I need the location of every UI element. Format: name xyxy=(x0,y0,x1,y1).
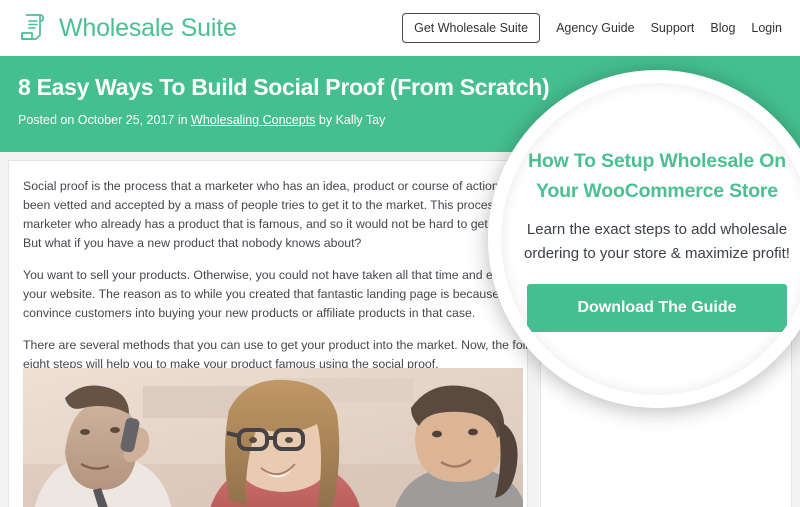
article-paragraph-line: convince customers into buying your new … xyxy=(23,306,476,320)
article-photo xyxy=(23,368,523,507)
post-meta-author: by Kally Tay xyxy=(315,113,386,127)
site-logo[interactable]: Wholesale Suite xyxy=(16,11,237,45)
nav-link-blog[interactable]: Blog xyxy=(710,21,735,35)
article-paragraph-line: marketer who already has a product that … xyxy=(23,217,528,231)
page-root: Wholesale Suite Get Wholesale Suite Agen… xyxy=(0,0,800,507)
optin-popup-heading: How To Setup Wholesale On Your WooCommer… xyxy=(528,150,786,202)
article-paragraph-line: been vetted and accepted by a mass of pe… xyxy=(23,198,528,212)
get-wholesale-suite-button[interactable]: Get Wholesale Suite xyxy=(402,13,541,43)
article-paragraph-line: But what if you have a new product that … xyxy=(23,236,362,250)
main-navigation: Get Wholesale Suite Agency Guide Support… xyxy=(402,13,782,43)
optin-popup-content: How To Setup Wholesale On Your WooCommer… xyxy=(523,146,791,332)
scroll-document-icon xyxy=(16,11,50,45)
download-the-guide-button[interactable]: Download The Guide xyxy=(527,284,787,332)
post-category-link[interactable]: Wholesaling Concepts xyxy=(191,113,315,127)
article-paragraph-line: your website. The reason as to while you… xyxy=(23,287,528,301)
article-paragraph-line: Social proof is the process that a marke… xyxy=(23,179,528,193)
top-navigation-bar: Wholesale Suite Get Wholesale Suite Agen… xyxy=(0,0,800,56)
post-meta-prefix: Posted on October 25, 2017 in xyxy=(18,113,192,127)
article-card: Social proof is the process that a marke… xyxy=(8,160,528,507)
article-paragraph-line: There are several methods that you can u… xyxy=(23,338,528,352)
optin-popup-subheading: Learn the exact steps to add wholesale o… xyxy=(524,221,790,262)
brand-name-text: Wholesale Suite xyxy=(59,13,237,42)
nav-link-login[interactable]: Login xyxy=(751,21,782,35)
article-paragraph-line: You want to sell your products. Otherwis… xyxy=(23,268,528,282)
nav-link-agency-guide[interactable]: Agency Guide xyxy=(556,21,635,35)
nav-link-support[interactable]: Support xyxy=(651,21,695,35)
